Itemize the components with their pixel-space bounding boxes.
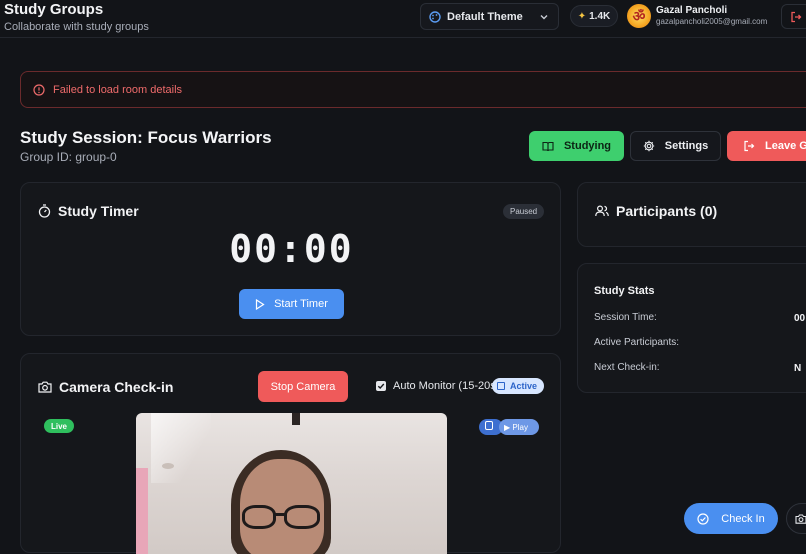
video-glasses-left: [242, 505, 276, 529]
settings-button[interactable]: Settings: [630, 131, 721, 161]
video-ceiling-light: [162, 463, 174, 469]
chevron-down-icon: [540, 15, 548, 20]
auto-monitor-checkbox[interactable]: [376, 381, 386, 391]
stat-next-checkin-label: Next Check-in:: [594, 362, 660, 373]
page-title: Study Session: Focus Warriors: [20, 128, 272, 147]
book-open-icon: [542, 141, 554, 151]
logout-icon: [744, 140, 755, 152]
group-id: Group ID: group-0: [20, 150, 117, 164]
check-icon: [377, 383, 385, 390]
check-in-button[interactable]: Check In: [684, 503, 778, 534]
app-subtitle: Collaborate with study groups: [4, 21, 149, 33]
sparkle-icon: ✦: [577, 10, 587, 22]
play-icon: [255, 298, 265, 310]
camera-icon: [38, 381, 52, 393]
stop-camera-button[interactable]: Stop Camera: [258, 371, 348, 402]
error-alert: Failed to load room details: [20, 71, 806, 108]
live-badge: Live: [44, 419, 75, 433]
camera-video-feed: [136, 413, 447, 554]
stat-active-participants-label: Active Participants:: [594, 337, 680, 348]
logout-button[interactable]: [781, 4, 806, 29]
stat-next-checkin-value: N: [794, 363, 802, 374]
points-value: 1.4K: [589, 10, 611, 22]
participants-title: Participants (0): [616, 203, 718, 219]
video-light-beam: [151, 413, 211, 483]
active-badge: Active: [492, 378, 545, 394]
study-timer-title: Study Timer: [58, 203, 139, 219]
participants-heading: Participants (0): [595, 203, 717, 219]
points-badge[interactable]: ✦ 1.4K: [570, 5, 618, 27]
check-in-button-label: Check In: [721, 512, 765, 525]
participants-card: Participants (0): [577, 182, 806, 247]
settings-button-label: Settings: [664, 140, 709, 152]
user-email: gazalpancholi2005@gmail.com: [656, 17, 768, 26]
study-stats-title: Study Stats: [594, 285, 655, 297]
monitor-icon: [497, 382, 505, 390]
theme-select-value: Default Theme: [447, 10, 523, 23]
video-glasses-right: [284, 505, 320, 529]
stopwatch-icon: [38, 204, 51, 218]
start-timer-button-label: Start Timer: [274, 298, 328, 310]
video-ceiling-fixture: [292, 413, 300, 425]
timer-status-badge: Paused: [503, 204, 545, 219]
user-name: Gazal Pancholi: [656, 5, 728, 16]
play-button[interactable]: ▶ Play: [499, 419, 539, 435]
logout-icon: [791, 11, 802, 22]
auto-monitor-label: Auto Monitor (15-20s): [393, 380, 500, 392]
camera-icon: [795, 513, 806, 524]
leave-group-button[interactable]: Leave Gr: [727, 131, 806, 161]
video-pink-wall: [136, 468, 148, 554]
camera-checkin-heading: Camera Check-in: [38, 379, 173, 395]
users-icon: [595, 205, 609, 217]
check-circle-icon: [697, 512, 709, 525]
studying-button-label: Studying: [563, 140, 612, 152]
auto-monitor-toggle[interactable]: Auto Monitor (15-20s): [376, 380, 499, 392]
avatar-glyph: ॐ: [632, 7, 646, 24]
study-stats-card: Study Stats Session Time: 00 Active Part…: [577, 263, 806, 393]
gear-icon: [643, 140, 654, 152]
video-glasses-bridge: [275, 513, 285, 516]
theme-select[interactable]: Default Theme: [420, 3, 559, 30]
camera-checkin-title: Camera Check-in: [59, 379, 174, 395]
study-timer-card: Study Timer Paused 00:00 Start Timer: [20, 182, 561, 336]
stat-session-time-value: 00: [794, 313, 806, 324]
start-timer-button[interactable]: Start Timer: [239, 289, 344, 319]
camera-fab-button[interactable]: [786, 503, 806, 534]
video-play-control[interactable]: ▶ Play: [479, 419, 539, 435]
app-title: Study Groups: [4, 1, 104, 18]
study-timer-heading: Study Timer: [38, 203, 139, 219]
tv-icon: [485, 421, 493, 430]
studying-button[interactable]: Studying: [529, 131, 624, 161]
error-alert-message: Failed to load room details: [53, 83, 183, 96]
top-bar: Study Groups Collaborate with study grou…: [0, 0, 806, 38]
leave-group-button-label: Leave Gr: [765, 140, 806, 152]
stat-session-time-label: Session Time:: [594, 312, 657, 323]
active-badge-label: Active: [510, 381, 538, 391]
timer-display: 00:00: [229, 227, 354, 271]
camera-checkin-card: Camera Check-in Stop Camera Auto Monitor…: [20, 353, 561, 554]
avatar[interactable]: ॐ: [627, 4, 651, 28]
alert-circle-icon: [33, 83, 45, 96]
palette-icon: [429, 10, 441, 23]
